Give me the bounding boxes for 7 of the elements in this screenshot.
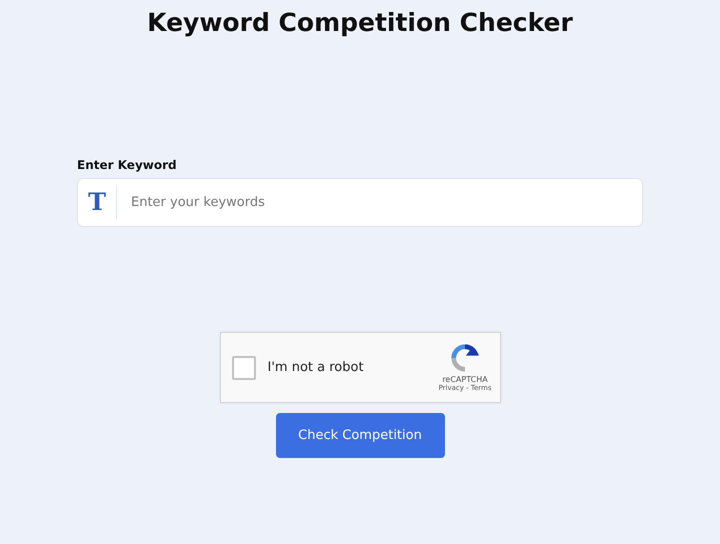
captcha-label: I'm not a robot — [268, 360, 365, 375]
check-competition-button[interactable]: Check Competition — [276, 413, 444, 458]
field-label: Enter Keyword — [77, 158, 178, 172]
page-title: Keyword Competition Checker — [147, 7, 573, 39]
captcha-logo-icon — [450, 343, 480, 373]
captcha-brand: reCAPTCHA — [442, 375, 488, 384]
captcha-checkbox[interactable] — [232, 356, 256, 380]
